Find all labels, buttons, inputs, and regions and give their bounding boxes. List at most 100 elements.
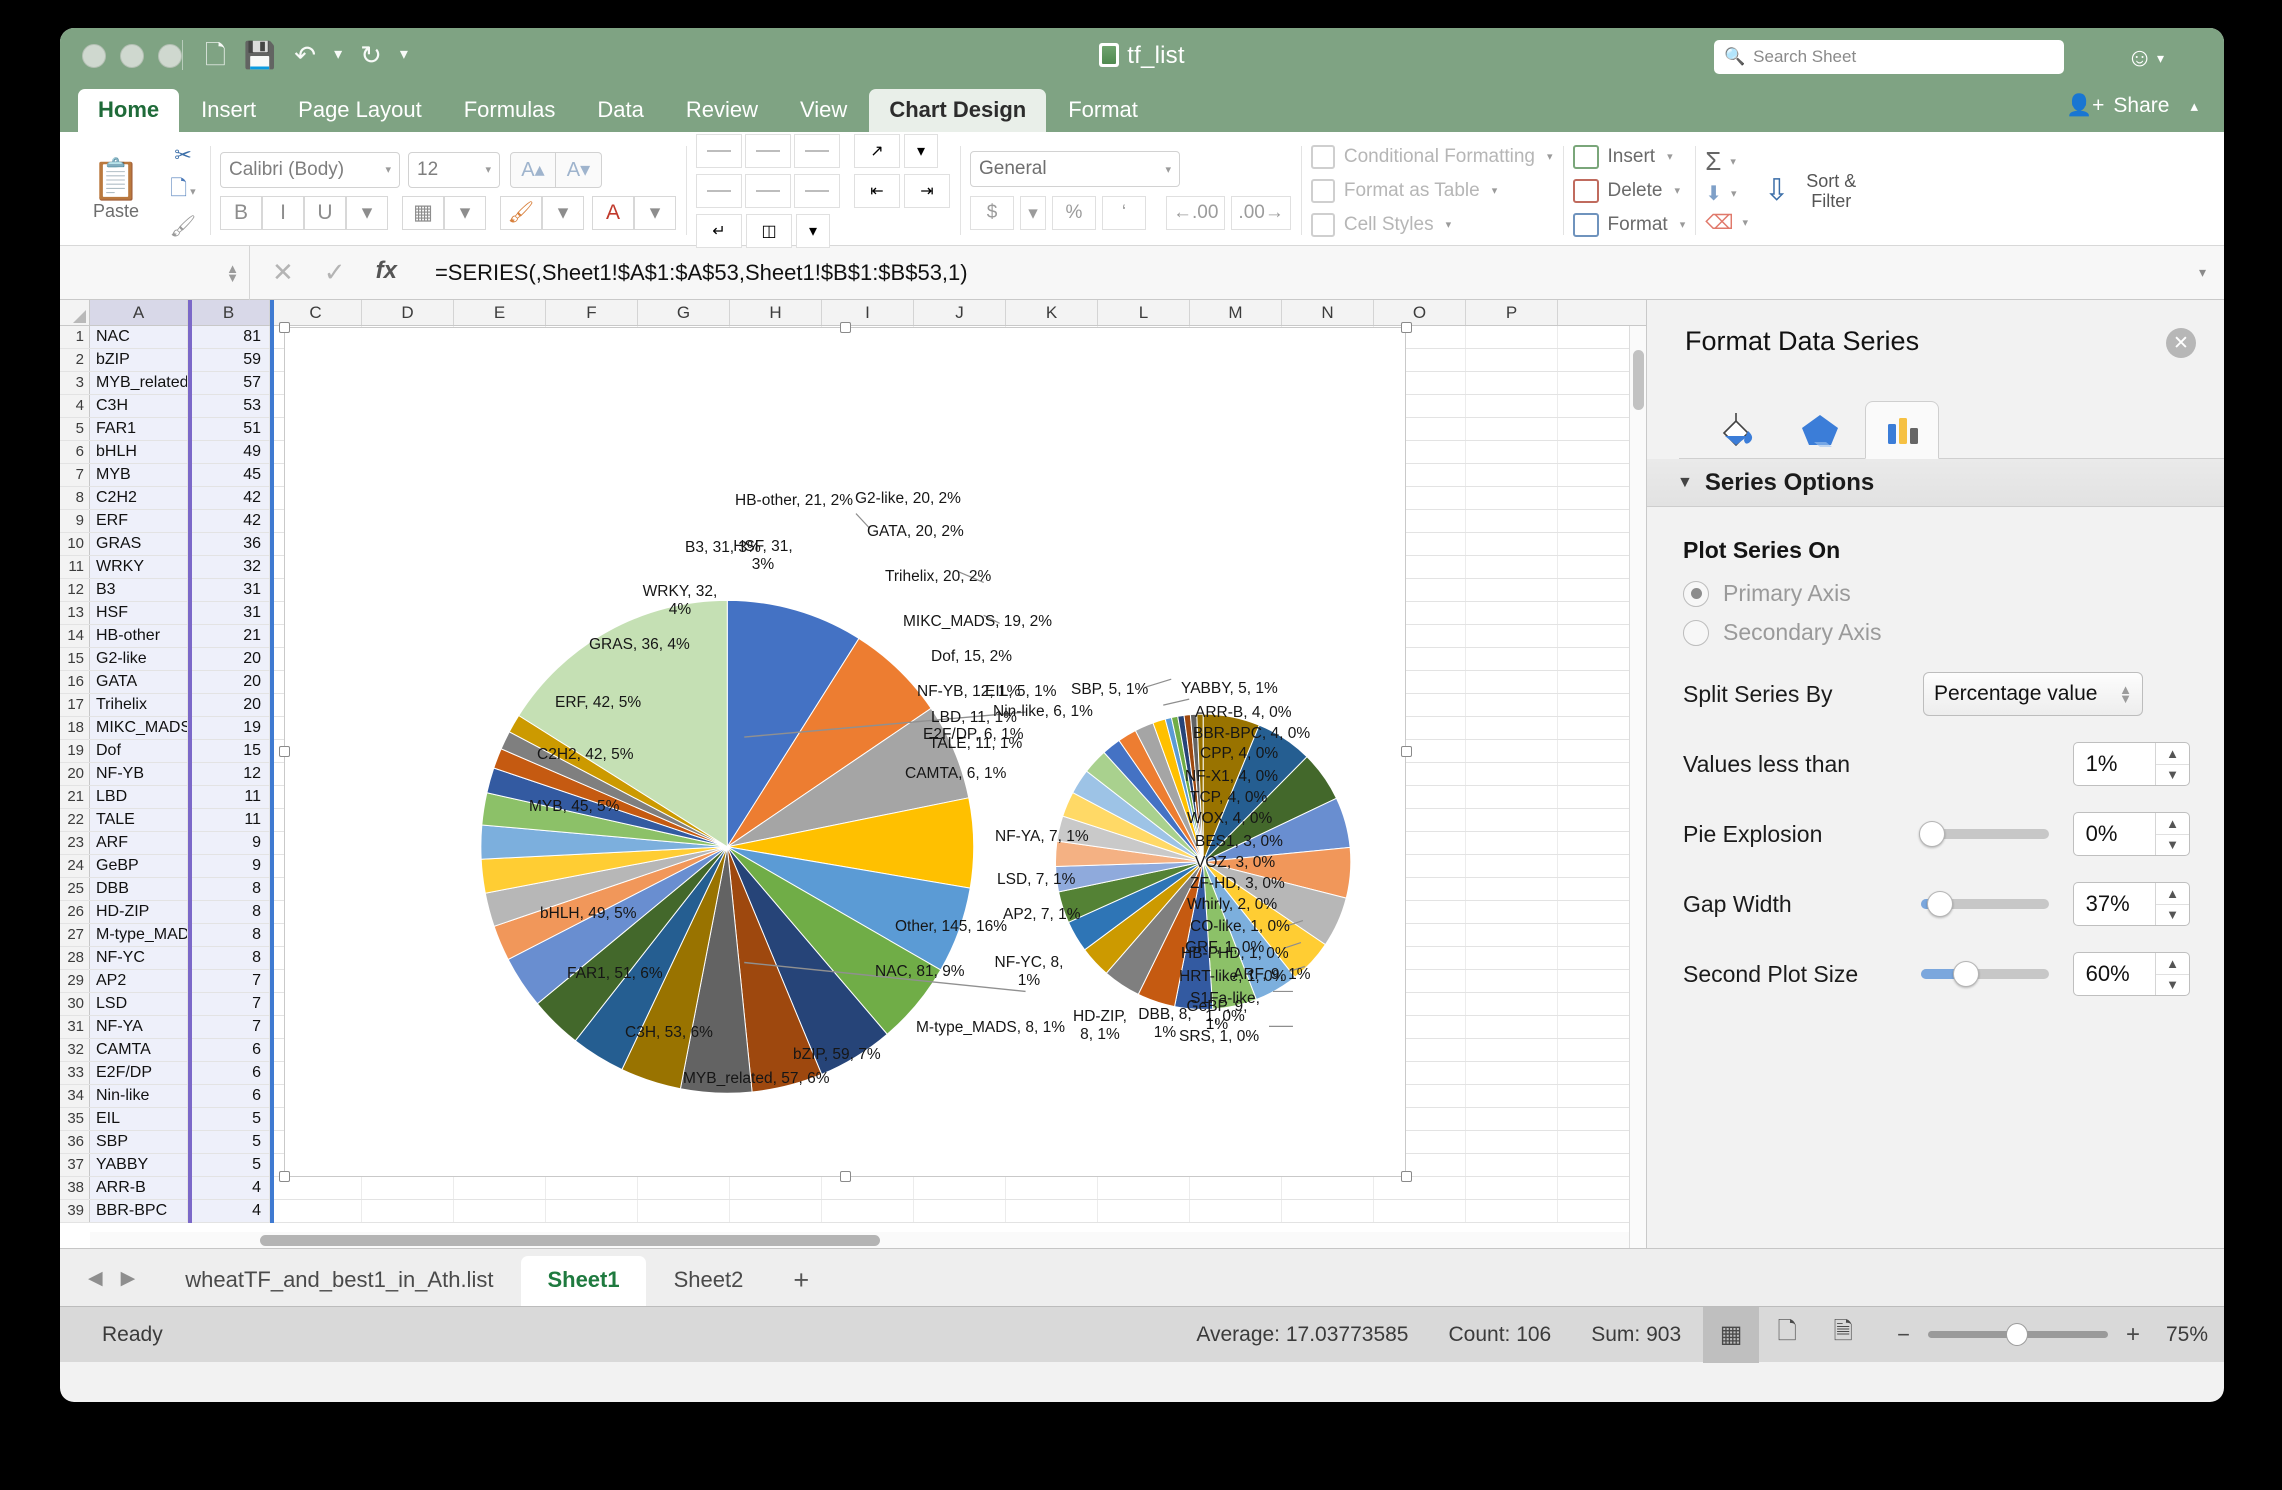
cell-empty[interactable] bbox=[1098, 1200, 1190, 1222]
cell-empty[interactable] bbox=[1466, 1154, 1558, 1176]
chart-object[interactable]: NAC, 81, 9% bZIP, 59, 7% MYB_related, 57, … bbox=[284, 327, 1406, 1177]
cell-a[interactable]: HB-other bbox=[90, 625, 188, 647]
cell-b[interactable]: 6 bbox=[188, 1085, 270, 1107]
cell-empty[interactable] bbox=[1466, 740, 1558, 762]
pie-explosion-stepper[interactable]: 0% ▲ ▼ bbox=[2072, 812, 2190, 856]
cell-b[interactable]: 32 bbox=[188, 556, 270, 578]
search-sheet-input[interactable]: 🔍 Search Sheet bbox=[1714, 40, 2064, 74]
cell-empty[interactable] bbox=[1466, 648, 1558, 670]
second-plot-size-slider[interactable] bbox=[1921, 961, 2049, 987]
row-header[interactable]: 15 bbox=[60, 648, 90, 670]
cell-a[interactable]: ERF bbox=[90, 510, 188, 532]
bold-button[interactable]: B bbox=[220, 195, 262, 230]
page-layout-icon[interactable]: 🗋 bbox=[1759, 1307, 1815, 1363]
cell-b[interactable]: 4 bbox=[188, 1177, 270, 1199]
cell-a[interactable]: FAR1 bbox=[90, 418, 188, 440]
row-header[interactable]: 13 bbox=[60, 602, 90, 624]
fill-color-chevron-down-icon[interactable]: ▾ bbox=[542, 195, 584, 230]
chart-resize-handle-nw[interactable] bbox=[279, 322, 290, 333]
horizontal-scrollbar[interactable] bbox=[90, 1232, 1629, 1248]
row-header[interactable]: 22 bbox=[60, 809, 90, 831]
table-row[interactable]: 39 BBR-BPC 4 bbox=[60, 1200, 1646, 1223]
orientation-chevron-down-icon[interactable]: ▾ bbox=[904, 133, 938, 168]
row-header[interactable]: 31 bbox=[60, 1016, 90, 1038]
spreadsheet-grid[interactable]: ABCDEFGHIJKLMNOP 1 NAC 81 2 bZIP 59 3 MYB_relat… bbox=[60, 300, 1646, 1248]
orientation-button[interactable]: ↗ bbox=[854, 133, 900, 168]
cell-empty[interactable] bbox=[1466, 326, 1558, 348]
cell-empty[interactable] bbox=[1466, 441, 1558, 463]
row-header[interactable]: 26 bbox=[60, 901, 90, 923]
effects-pentagon-icon[interactable] bbox=[1783, 400, 1857, 458]
cell-empty[interactable] bbox=[730, 1200, 822, 1222]
cell-a[interactable]: MIKC_MADS bbox=[90, 717, 188, 739]
cell-b[interactable]: 12 bbox=[188, 763, 270, 785]
tab-data[interactable]: Data bbox=[577, 89, 663, 132]
column-header-b[interactable]: B bbox=[188, 300, 270, 325]
delete-cells-button[interactable]: Delete ▾ bbox=[1572, 174, 1686, 208]
cell-b[interactable]: 42 bbox=[188, 487, 270, 509]
cancel-formula-icon[interactable]: ✕ bbox=[272, 257, 294, 288]
sort-filter-label[interactable]: Sort & Filter bbox=[1795, 171, 1867, 211]
insert-cells-button[interactable]: Insert ▾ bbox=[1572, 140, 1686, 174]
cell-b[interactable]: 59 bbox=[188, 349, 270, 371]
cell-a[interactable]: SBP bbox=[90, 1131, 188, 1153]
cell-a[interactable]: C3H bbox=[90, 395, 188, 417]
currency-button[interactable]: $ bbox=[970, 196, 1014, 230]
row-header[interactable]: 25 bbox=[60, 878, 90, 900]
cell-a[interactable]: NF-YB bbox=[90, 763, 188, 785]
cell-empty[interactable] bbox=[1466, 395, 1558, 417]
cell-b[interactable]: 51 bbox=[188, 418, 270, 440]
formula-bar-expand-icon[interactable]: ▾ bbox=[2199, 264, 2224, 281]
cell-a[interactable]: YABBY bbox=[90, 1154, 188, 1176]
cell-b[interactable]: 42 bbox=[188, 510, 270, 532]
cell-empty[interactable] bbox=[730, 1177, 822, 1199]
autosum-button[interactable]: Σ ▾ bbox=[1705, 146, 1748, 177]
zoom-out-button[interactable]: − bbox=[1897, 1322, 1910, 1348]
row-header[interactable]: 1 bbox=[60, 326, 90, 348]
cell-empty[interactable] bbox=[1098, 1177, 1190, 1199]
number-format-select[interactable]: General ▾ bbox=[970, 151, 1180, 187]
font-name-select[interactable]: Calibri (Body) ▾ bbox=[220, 151, 400, 188]
page-break-icon[interactable]: 🗎 bbox=[1815, 1307, 1871, 1363]
gap-width-slider[interactable] bbox=[1921, 891, 2049, 917]
row-header[interactable]: 7 bbox=[60, 464, 90, 486]
cell-a[interactable]: GRAS bbox=[90, 533, 188, 555]
format-cells-button[interactable]: Format ▾ bbox=[1572, 208, 1685, 242]
row-header[interactable]: 2 bbox=[60, 349, 90, 371]
column-header-a[interactable]: A bbox=[90, 300, 188, 325]
cell-empty[interactable] bbox=[1466, 1131, 1558, 1153]
cell-b[interactable]: 57 bbox=[188, 372, 270, 394]
split-series-by-select[interactable]: Percentage value ▲ ▼ bbox=[1923, 672, 2143, 716]
cell-a[interactable]: G2-like bbox=[90, 648, 188, 670]
wrap-text-button[interactable]: ↵ bbox=[696, 213, 742, 248]
cell-b[interactable]: 11 bbox=[188, 809, 270, 831]
indent-decrease-button[interactable]: ⇤ bbox=[854, 173, 900, 208]
row-header[interactable]: 5 bbox=[60, 418, 90, 440]
cell-a[interactable]: HD-ZIP bbox=[90, 901, 188, 923]
row-header[interactable]: 28 bbox=[60, 947, 90, 969]
cell-empty[interactable] bbox=[914, 1177, 1006, 1199]
chart-resize-handle-se[interactable] bbox=[1401, 1171, 1412, 1182]
ribbon-tabs[interactable]: Home Insert Page Layout Formulas Data Re… bbox=[60, 84, 2224, 132]
font-size-select[interactable]: 12 ▾ bbox=[408, 151, 500, 188]
row-header[interactable]: 6 bbox=[60, 441, 90, 463]
cell-empty[interactable] bbox=[1466, 832, 1558, 854]
cell-b[interactable]: 5 bbox=[188, 1131, 270, 1153]
cell-a[interactable]: NF-YC bbox=[90, 947, 188, 969]
cell-b[interactable]: 31 bbox=[188, 602, 270, 624]
cell-empty[interactable] bbox=[1466, 809, 1558, 831]
cell-b[interactable]: 8 bbox=[188, 947, 270, 969]
cell-a[interactable]: E2F/DP bbox=[90, 1062, 188, 1084]
column-header-h[interactable]: H bbox=[730, 300, 822, 325]
increase-font-size-button[interactable]: A▴ bbox=[510, 151, 556, 188]
radio-primary-axis[interactable]: Primary Axis bbox=[1683, 580, 2190, 607]
cell-empty[interactable] bbox=[1466, 579, 1558, 601]
cell-empty[interactable] bbox=[638, 1177, 730, 1199]
stepper-arrows[interactable]: ▲ ▼ bbox=[2155, 743, 2189, 785]
cell-empty[interactable] bbox=[1006, 1200, 1098, 1222]
comma-style-button[interactable]: ‘ bbox=[1102, 196, 1146, 230]
column-header-i[interactable]: I bbox=[822, 300, 914, 325]
cell-b[interactable]: 7 bbox=[188, 1016, 270, 1038]
column-header-f[interactable]: F bbox=[546, 300, 638, 325]
tab-page-layout[interactable]: Page Layout bbox=[278, 89, 442, 132]
